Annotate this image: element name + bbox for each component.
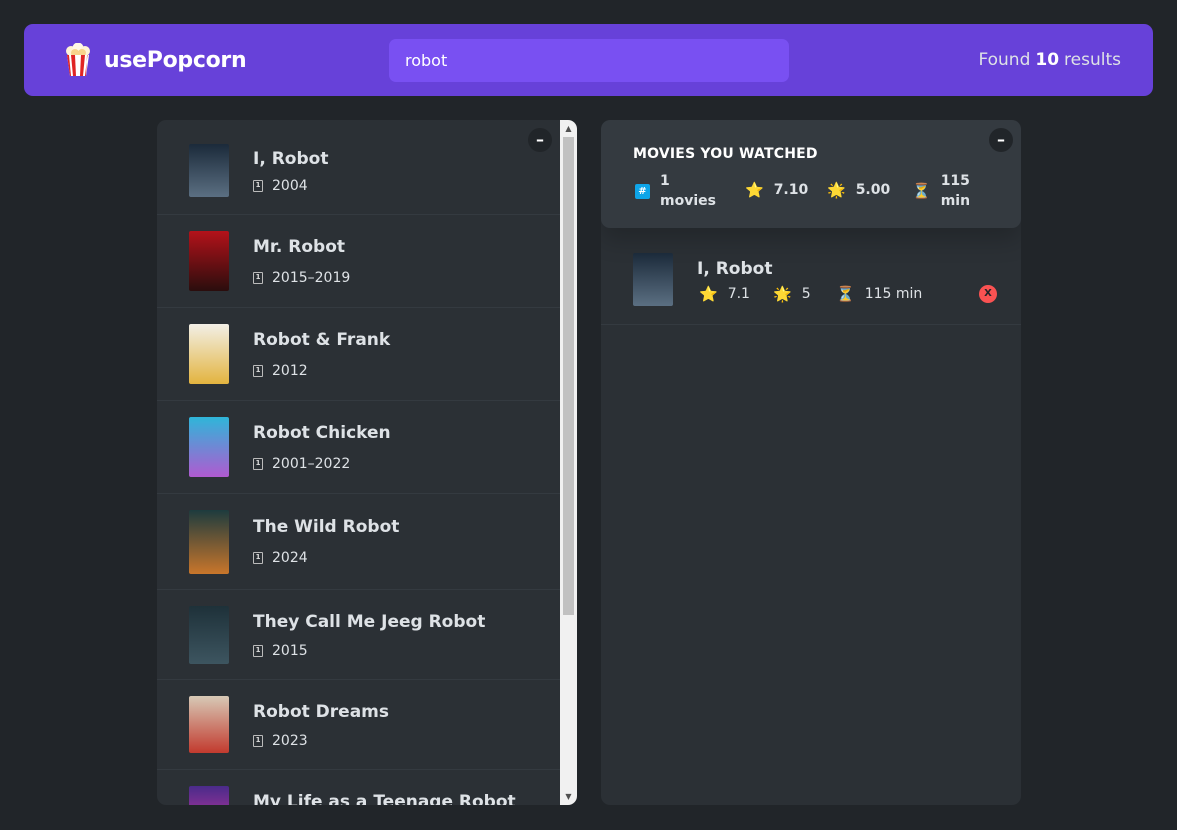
- summary-heading: MOVIES YOU WATCHED: [633, 146, 818, 162]
- watched-movie-title: I, Robot: [697, 259, 773, 279]
- movie-title: Mr. Robot: [253, 237, 345, 257]
- calendar-icon: 1: [253, 458, 263, 470]
- watched-count: 1: [660, 173, 670, 189]
- avg-imdb-rating: 7.10: [773, 182, 809, 198]
- app-name: usePopcorn: [104, 47, 247, 73]
- watched-count-stat: # 1 movies: [635, 171, 716, 211]
- movie-year: 1 2024: [253, 550, 308, 566]
- movie-item[interactable]: I, Robot 1 2004: [157, 120, 560, 215]
- movie-poster: [189, 231, 229, 291]
- results-count: 10: [1035, 50, 1060, 70]
- results-count-text: Found 10 results: [978, 24, 1121, 96]
- imdb-rating: 7.1: [727, 286, 750, 302]
- movie-title: My Life as a Teenage Robot: [253, 792, 516, 805]
- scroll-thumb[interactable]: [563, 137, 574, 615]
- delete-watched-button[interactable]: X: [979, 285, 997, 303]
- runtime-value: 115: [940, 173, 970, 189]
- scroll-up-arrow-icon[interactable]: ▲: [560, 120, 577, 137]
- movie-year: 1 2023: [253, 733, 308, 749]
- glowing-star-icon: 🌟: [773, 284, 792, 303]
- movie-item[interactable]: Robot & Frank 1 2012: [157, 308, 560, 401]
- calendar-icon: 1: [253, 272, 263, 284]
- calendar-icon: 1: [253, 365, 263, 377]
- watched-summary: MOVIES YOU WATCHED # 1 movies ⭐ 7.10 🌟 5.…: [601, 120, 1021, 228]
- movie-list[interactable]: I, Robot 1 2004 Mr. Robot 1 2015–2019 Robo…: [157, 120, 560, 805]
- collapse-results-button[interactable]: –: [528, 128, 552, 152]
- calendar-icon: 1: [253, 645, 263, 657]
- search-input[interactable]: [389, 39, 789, 82]
- avg-user-stat: 🌟 5.00: [827, 182, 890, 198]
- glowing-star-icon: 🌟: [827, 180, 846, 199]
- movie-poster: [189, 144, 229, 197]
- watched-count-unit: movies: [660, 193, 716, 209]
- movie-poster: [189, 786, 229, 805]
- movie-poster: [633, 253, 673, 306]
- avg-user-rating: 5.00: [855, 182, 891, 198]
- movie-title: Robot Chicken: [253, 423, 391, 443]
- movie-item[interactable]: The Wild Robot 1 2024: [157, 494, 560, 590]
- movie-item[interactable]: Mr. Robot 1 2015–2019: [157, 215, 560, 308]
- movie-poster: [189, 606, 229, 664]
- movie-poster: [189, 510, 229, 574]
- hash-icon: #: [635, 183, 650, 199]
- movie-year: 1 2012: [253, 363, 308, 379]
- movie-title: Robot & Frank: [253, 330, 391, 350]
- results-prefix: Found: [978, 50, 1031, 70]
- star-icon: ⭐: [745, 180, 764, 199]
- calendar-icon: 1: [253, 552, 263, 564]
- scroll-down-arrow-icon[interactable]: ▼: [560, 788, 577, 805]
- movie-item[interactable]: Robot Chicken 1 2001–2022: [157, 401, 560, 494]
- movie-title: The Wild Robot: [253, 517, 400, 537]
- navbar: usePopcorn Found 10 results: [24, 24, 1153, 96]
- imdb-rating-stat: ⭐ 7.1: [699, 286, 750, 302]
- movie-item[interactable]: Robot Dreams 1 2023: [157, 680, 560, 770]
- watched-movie-item[interactable]: I, Robot ⭐ 7.1 🌟 5 ⏳ 115 min X: [601, 251, 1021, 325]
- movie-title: I, Robot: [253, 149, 329, 169]
- star-icon: ⭐: [699, 284, 718, 303]
- hourglass-icon: ⏳: [912, 181, 931, 200]
- movie-year: 1 2015–2019: [253, 270, 350, 286]
- avg-imdb-stat: ⭐ 7.10: [745, 182, 808, 198]
- runtime-unit: min: [940, 193, 971, 209]
- movie-poster: [189, 696, 229, 753]
- movie-poster: [189, 324, 229, 384]
- watched-box: MOVIES YOU WATCHED # 1 movies ⭐ 7.10 🌟 5.…: [601, 120, 1021, 805]
- runtime-stat: ⏳ 115 min: [836, 286, 922, 302]
- results-suffix: results: [1064, 50, 1121, 70]
- calendar-icon: 1: [253, 180, 263, 192]
- user-rating-stat: 🌟 5: [773, 286, 811, 302]
- runtime: 115 min: [864, 286, 923, 302]
- movie-title: They Call Me Jeeg Robot: [253, 612, 486, 632]
- popcorn-icon: [66, 43, 90, 76]
- logo: usePopcorn: [64, 24, 247, 96]
- avg-runtime-stat: ⏳ 115 min: [912, 171, 970, 211]
- movie-poster: [189, 417, 229, 477]
- movie-item[interactable]: My Life as a Teenage Robot: [157, 770, 560, 805]
- movie-year: 1 2001–2022: [253, 456, 350, 472]
- calendar-icon: 1: [253, 735, 263, 747]
- movie-year: 1 2004: [253, 178, 308, 194]
- movie-year: 1 2015: [253, 643, 308, 659]
- hourglass-icon: ⏳: [836, 284, 855, 303]
- user-rating: 5: [801, 286, 811, 302]
- movie-item[interactable]: They Call Me Jeeg Robot 1 2015: [157, 590, 560, 680]
- collapse-watched-button[interactable]: –: [989, 128, 1013, 152]
- results-scrollbar[interactable]: ▲ ▼: [560, 120, 577, 805]
- search-results-box: – I, Robot 1 2004 Mr. Robot 1 2015–2019 Ro…: [157, 120, 577, 805]
- movie-title: Robot Dreams: [253, 702, 389, 722]
